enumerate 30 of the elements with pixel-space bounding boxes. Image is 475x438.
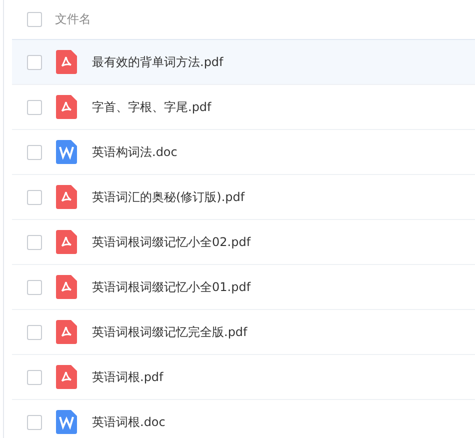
row-checkbox[interactable]	[27, 280, 42, 294]
select-all-checkbox[interactable]	[27, 12, 42, 27]
file-name: 英语词根词缀记忆小全01.pdf	[92, 278, 251, 296]
file-row[interactable]: 最有效的背单词方法.pdf	[12, 39, 475, 85]
pdf-file-icon	[56, 320, 77, 344]
row-checkbox[interactable]	[27, 370, 42, 384]
row-checkbox[interactable]	[27, 100, 42, 114]
word-file-icon	[56, 140, 77, 164]
row-checkbox[interactable]	[27, 144, 42, 160]
file-name: 英语词汇的奥秘(修订版).pdf	[92, 188, 245, 206]
pdf-file-icon	[56, 50, 77, 74]
pdf-file-icon	[56, 230, 77, 254]
row-checkbox[interactable]	[27, 414, 42, 430]
row-checkbox[interactable]	[27, 324, 42, 340]
row-checkbox[interactable]	[27, 190, 42, 204]
file-name: 字首、字根、字尾.pdf	[92, 98, 212, 116]
pdf-file-icon	[56, 365, 77, 389]
file-name: 英语词根词缀记忆小全02.pdf	[92, 234, 251, 250]
column-header: 文件名	[55, 11, 91, 28]
word-file-icon	[56, 410, 77, 434]
row-checkbox[interactable]	[27, 234, 42, 250]
file-name: 英语词根.pdf	[92, 368, 164, 386]
file-name: 英语词根.doc	[92, 414, 166, 430]
file-name: 英语词根词缀记忆完全版.pdf	[92, 324, 248, 340]
file-name: 最有效的背单词方法.pdf	[92, 54, 224, 70]
row-checkbox[interactable]	[27, 54, 42, 70]
file-name: 英语构词法.doc	[92, 144, 178, 160]
pdf-file-icon	[56, 185, 77, 209]
pdf-file-icon	[56, 95, 77, 119]
pdf-file-icon	[56, 275, 77, 299]
